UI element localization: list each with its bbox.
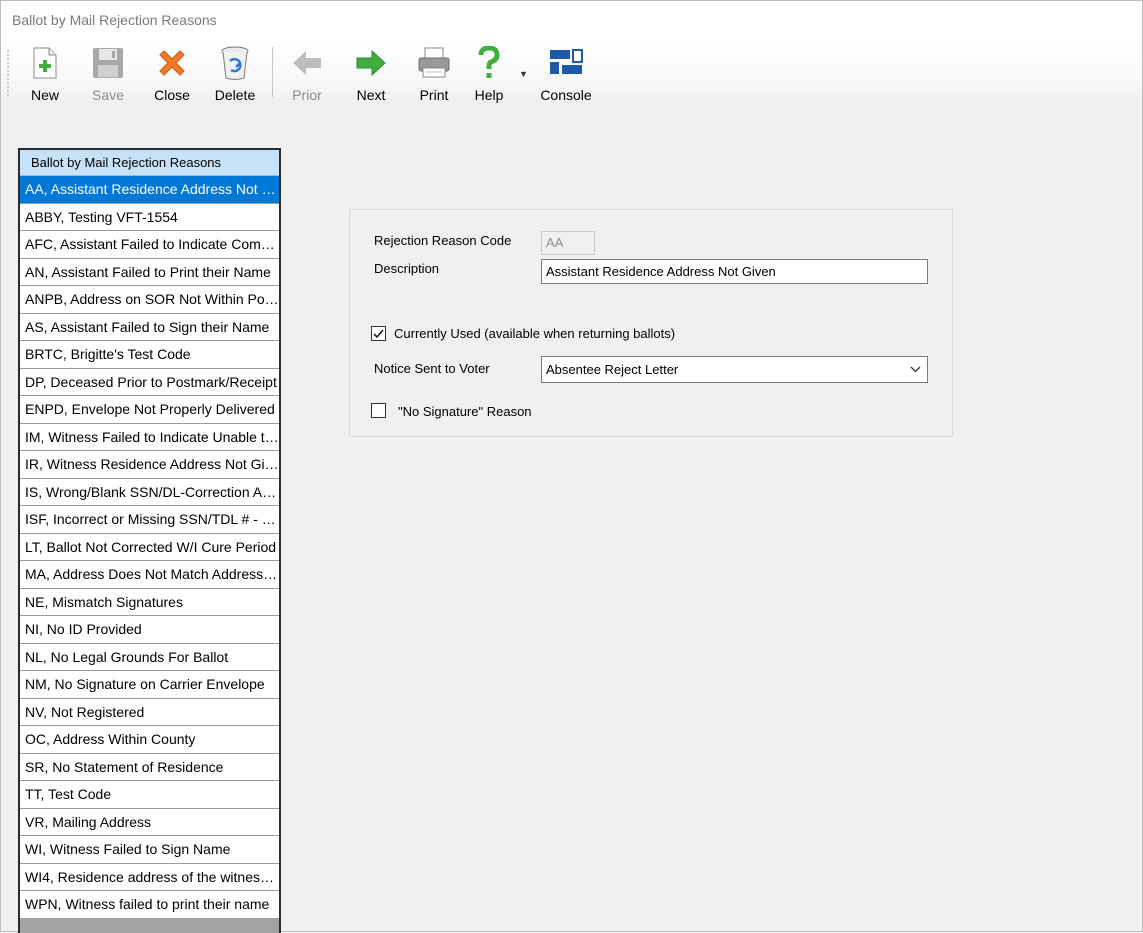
list-item[interactable]: MA, Address Does Not Match Address on Fi…: [20, 561, 279, 589]
chevron-down-icon: [910, 366, 921, 373]
list-item[interactable]: OC, Address Within County: [20, 726, 279, 754]
notice-label: Notice Sent to Voter: [374, 361, 490, 376]
console-button[interactable]: Console: [537, 45, 595, 103]
list-item[interactable]: IR, Witness Residence Address Not Given: [20, 451, 279, 479]
list-item[interactable]: AN, Assistant Failed to Print their Name: [20, 258, 279, 286]
console-grid-icon: [537, 45, 595, 81]
checkmark-icon: [373, 329, 384, 339]
list-item[interactable]: NM, No Signature on Carrier Envelope: [20, 671, 279, 699]
delete-label: Delete: [214, 87, 256, 103]
delete-button[interactable]: Delete: [212, 45, 258, 103]
close-button[interactable]: Close: [151, 45, 193, 103]
list-item[interactable]: ENPD, Envelope Not Properly Delivered: [20, 396, 279, 424]
list-item[interactable]: NV, Not Registered: [20, 698, 279, 726]
list-item[interactable]: IS, Wrong/Blank SSN/DL-Correction Action: [20, 478, 279, 506]
list-item[interactable]: WI4, Residence address of the witness no…: [20, 863, 279, 891]
no-signature-checkbox[interactable]: [371, 403, 386, 418]
notice-select-value: Absentee Reject Letter: [546, 362, 679, 377]
list-item[interactable]: AS, Assistant Failed to Sign their Name: [20, 313, 279, 341]
list-item[interactable]: AA, Assistant Residence Address Not Give…: [20, 176, 279, 204]
list-item[interactable]: SR, No Statement of Residence: [20, 753, 279, 781]
new-document-icon: [25, 45, 65, 81]
app-window: Ballot by Mail Rejection Reasons New Sav…: [0, 0, 1143, 933]
toolbar-separator: [272, 47, 273, 97]
list-item[interactable]: NL, No Legal Grounds For Ballot: [20, 643, 279, 671]
list-item[interactable]: WPN, Witness failed to print their name: [20, 891, 279, 919]
print-button[interactable]: Print: [414, 45, 454, 103]
currently-used-checkbox[interactable]: [371, 326, 386, 341]
list-header[interactable]: Ballot by Mail Rejection Reasons: [20, 150, 279, 176]
next-button[interactable]: Next: [351, 45, 391, 103]
list-item[interactable]: AFC, Assistant Failed to Indicate Compet…: [20, 231, 279, 259]
list-item[interactable]: NI, No ID Provided: [20, 616, 279, 644]
list-item[interactable]: TT, Test Code: [20, 781, 279, 809]
list-item[interactable]: ABBY, Testing VFT-1554: [20, 203, 279, 231]
console-label: Console: [540, 87, 592, 103]
description-field[interactable]: Assistant Residence Address Not Given: [541, 259, 928, 284]
prior-button[interactable]: Prior: [287, 45, 327, 103]
next-label: Next: [356, 87, 386, 103]
toolbar-grip[interactable]: [7, 49, 9, 97]
no-signature-label[interactable]: "No Signature" Reason: [398, 404, 532, 419]
printer-icon: [414, 45, 454, 81]
recycle-bin-icon: [212, 45, 258, 81]
list-item[interactable]: ANPB, Address on SOR Not Within Politica…: [20, 286, 279, 314]
arrow-right-icon: [351, 45, 391, 81]
list-item[interactable]: BRTC, Brigitte's Test Code: [20, 341, 279, 369]
save-label: Save: [92, 87, 124, 103]
list-item[interactable]: IM, Witness Failed to Indicate Unable to…: [20, 423, 279, 451]
code-field: AA: [541, 231, 595, 255]
close-label: Close: [154, 87, 190, 103]
help-button[interactable]: Help: [471, 45, 507, 103]
new-button[interactable]: New: [25, 45, 65, 103]
close-x-icon: [151, 45, 193, 81]
print-label: Print: [419, 87, 449, 103]
help-dropdown-arrow-icon[interactable]: ▼: [519, 69, 528, 79]
list-item[interactable]: ISF, Incorrect or Missing SSN/TDL # - Fe…: [20, 506, 279, 534]
description-label: Description: [374, 261, 440, 276]
help-question-icon: [471, 45, 507, 81]
new-label: New: [30, 87, 59, 103]
list-item[interactable]: DP, Deceased Prior to Postmark/Receipt: [20, 368, 279, 396]
code-label: Rejection Reason Code: [374, 233, 512, 248]
rejection-reasons-list[interactable]: Ballot by Mail Rejection Reasons AA, Ass…: [18, 148, 281, 933]
toolbar: New Save Close Delete Prior Next Print H…: [1, 41, 1142, 103]
arrow-left-icon: [287, 45, 327, 81]
list-item[interactable]: LT, Ballot Not Corrected W/I Cure Period: [20, 533, 279, 561]
prior-label: Prior: [292, 87, 322, 103]
list-item[interactable]: VR, Mailing Address: [20, 808, 279, 836]
list-rows: AA, Assistant Residence Address Not Give…: [20, 176, 279, 919]
window-title: Ballot by Mail Rejection Reasons: [12, 12, 217, 28]
list-item[interactable]: NE, Mismatch Signatures: [20, 588, 279, 616]
save-button[interactable]: Save: [87, 45, 129, 103]
list-item[interactable]: WI, Witness Failed to Sign Name: [20, 836, 279, 864]
currently-used-label[interactable]: Currently Used (available when returning…: [394, 326, 675, 341]
save-disk-icon: [87, 45, 129, 81]
notice-select[interactable]: Absentee Reject Letter: [541, 356, 928, 383]
help-label: Help: [474, 87, 504, 103]
detail-panel: Rejection Reason Code AA Description Ass…: [349, 209, 953, 437]
title-bar: Ballot by Mail Rejection Reasons: [1, 1, 1142, 41]
